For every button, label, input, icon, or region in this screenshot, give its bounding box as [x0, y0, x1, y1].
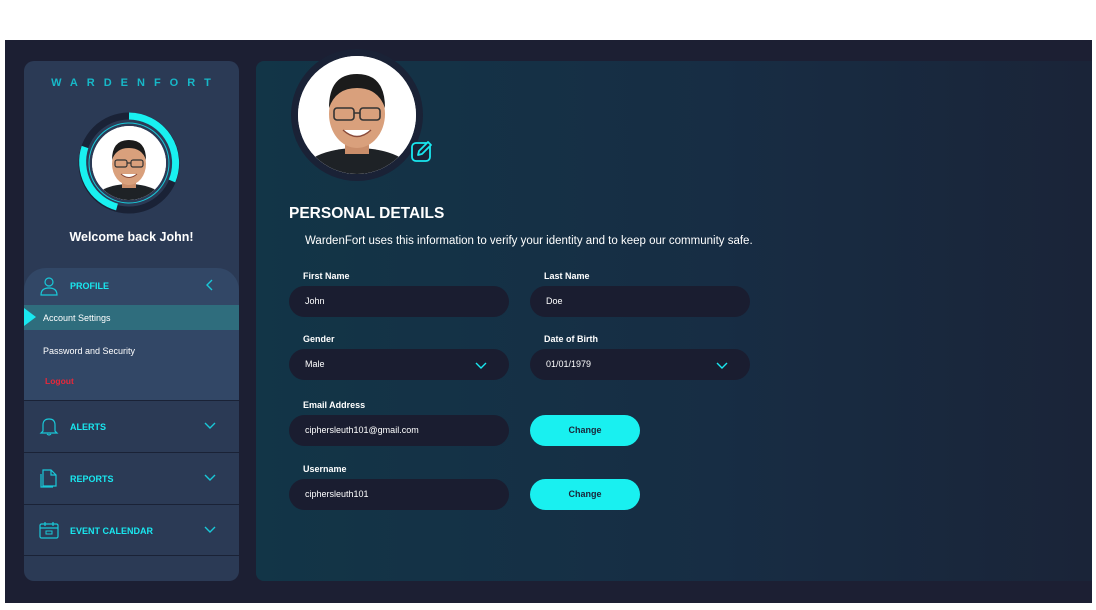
logout-link[interactable]: Logout: [45, 376, 74, 386]
profile-avatar: [291, 49, 432, 181]
gender-select[interactable]: Male: [289, 349, 509, 380]
app-window: WARDENFORT Welcome back John! PROFILE Ac…: [5, 40, 1092, 603]
email-field[interactable]: ciphersleuth101@gmail.com: [289, 415, 509, 446]
avatar-photo: [92, 126, 166, 200]
chevron-down-icon: [716, 362, 728, 369]
sidebar-menu: PROFILE Account Settings Password and Se…: [24, 268, 239, 556]
welcome-text: Welcome back John!: [69, 230, 194, 244]
sidebar-item-label: REPORTS: [70, 474, 114, 484]
chevron-down-icon: [475, 362, 487, 369]
sidebar-item-label: EVENT CALENDAR: [70, 526, 154, 536]
chevron-down-icon[interactable]: [203, 418, 217, 432]
username-label: Username: [303, 464, 347, 474]
first-name-value: John: [305, 296, 325, 306]
email-value: ciphersleuth101@gmail.com: [305, 425, 419, 435]
dob-select[interactable]: 01/01/1979: [530, 349, 750, 380]
sidebar-avatar[interactable]: [77, 111, 181, 215]
chevron-left-icon[interactable]: [203, 278, 217, 292]
sidebar-item-profile[interactable]: PROFILE: [24, 268, 239, 304]
username-value: ciphersleuth101: [305, 489, 369, 499]
calendar-icon: [39, 522, 59, 539]
sidebar-item-alerts[interactable]: ALERTS: [24, 400, 239, 452]
change-username-button[interactable]: Change: [530, 479, 640, 510]
sidebar-item-account-settings[interactable]: Account Settings: [24, 305, 239, 330]
avatar-photo: [298, 56, 416, 174]
last-name-label: Last Name: [544, 271, 590, 281]
document-icon: [40, 469, 57, 488]
sidebar-item-event-calendar[interactable]: EVENT CALENDAR: [24, 504, 239, 556]
page-description: WardenFort uses this information to veri…: [305, 235, 753, 247]
sidebar-item-label: ALERTS: [70, 422, 106, 432]
chevron-down-icon[interactable]: [203, 522, 217, 536]
username-field[interactable]: ciphersleuth101: [289, 479, 509, 510]
dob-value: 01/01/1979: [546, 359, 592, 369]
sidebar-subitem-label: Account Settings: [43, 313, 111, 323]
page-title: PERSONAL DETAILS: [289, 205, 445, 222]
gender-value: Male: [305, 359, 325, 369]
first-name-label: First Name: [303, 271, 350, 281]
edit-icon[interactable]: [409, 138, 435, 164]
change-email-button[interactable]: Change: [530, 415, 640, 446]
menu-section-profile: PROFILE Account Settings Password and Se…: [24, 268, 239, 400]
sidebar-item-reports[interactable]: REPORTS: [24, 452, 239, 504]
dob-label: Date of Birth: [544, 334, 598, 344]
bell-icon: [39, 418, 59, 436]
brand-logo: WARDENFORT: [51, 77, 220, 89]
last-name-field[interactable]: Doe: [530, 286, 750, 317]
first-name-field[interactable]: John: [289, 286, 509, 317]
active-indicator: [24, 308, 36, 326]
sidebar: WARDENFORT Welcome back John! PROFILE Ac…: [24, 61, 239, 581]
personal-details-panel: PERSONAL DETAILS WardenFort uses this in…: [256, 49, 1092, 581]
gender-label: Gender: [303, 334, 335, 344]
sidebar-item-label: PROFILE: [70, 281, 110, 291]
email-label: Email Address: [303, 400, 366, 410]
chevron-down-icon[interactable]: [203, 470, 217, 484]
last-name-value: Doe: [546, 296, 563, 306]
user-icon: [40, 277, 58, 296]
sidebar-item-password-security[interactable]: Password and Security: [43, 346, 135, 356]
